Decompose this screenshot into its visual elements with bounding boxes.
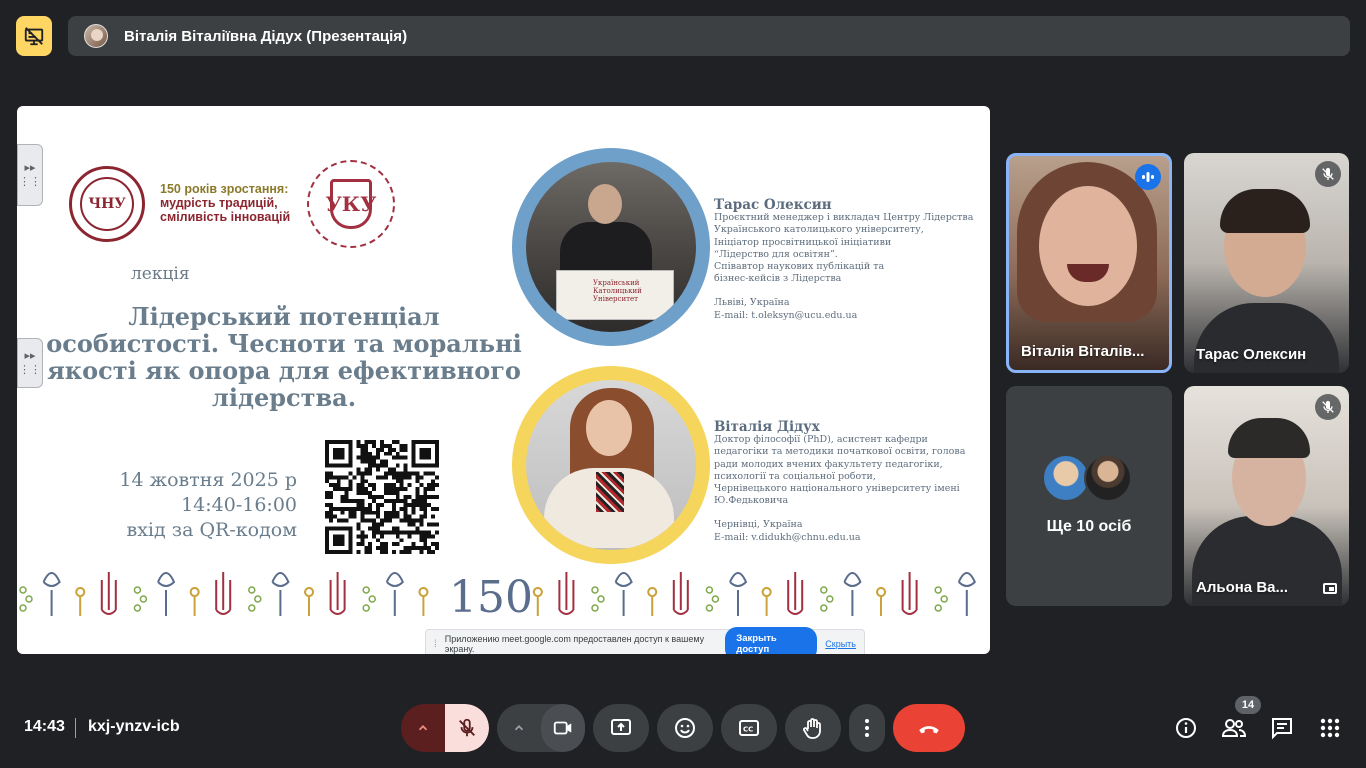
screen-share-notice: ⁞ Приложению meet.google.com предоставле… — [425, 627, 865, 654]
lecture-date: 14 жовтня 2025 р — [119, 469, 297, 491]
participant-name: Альона Ва... — [1196, 579, 1288, 596]
participant-tile[interactable]: Тарас Олексин — [1184, 153, 1349, 373]
ucu-logo: УКУ — [307, 160, 395, 248]
closed-caption-icon[interactable]: CC — [721, 704, 777, 752]
hide-notice-link[interactable]: Скрыть — [825, 639, 856, 649]
side-panel-handle-top[interactable]: ▸▸ ⋮⋮ — [17, 144, 43, 206]
meeting-code: kxj-ynzv-icb — [88, 718, 180, 735]
drag-handle-icon: ⋮⋮ — [19, 176, 41, 188]
chevron-up-icon[interactable] — [497, 704, 541, 752]
chat-icon[interactable] — [1268, 714, 1296, 742]
svg-text:CC: CC — [743, 726, 753, 734]
speaker2-photo — [512, 366, 710, 564]
participant-name: Тарас Олексин — [1196, 346, 1307, 363]
more-participants-tile[interactable]: Ще 10 осіб — [1006, 386, 1172, 606]
speaker1-name: Тарас Олексин — [714, 197, 832, 213]
drag-handle-icon: ⋮⋮ — [19, 364, 41, 376]
folk-ornament: 150 — [19, 572, 976, 623]
divider — [75, 718, 76, 738]
speaker2-name: Віталія Дідух — [714, 419, 820, 435]
svg-text:150: 150 — [449, 572, 533, 623]
more-vert-icon[interactable] — [849, 704, 885, 752]
expand-icon: ▸▸ — [24, 350, 36, 362]
presentation-off-icon[interactable] — [16, 16, 52, 56]
mic-off-icon[interactable] — [445, 704, 489, 752]
info-icon[interactable] — [1172, 714, 1200, 742]
presenter-avatar — [84, 24, 108, 48]
lecture-title: Лідерський потенціал особистості. Чеснот… — [46, 302, 522, 412]
drag-handle-icon[interactable]: ⁞ — [434, 639, 437, 650]
qr-code — [325, 440, 439, 554]
stop-sharing-button[interactable]: Закрыть доступ — [725, 627, 818, 654]
lecture-entry: вхід за QR-кодом — [126, 519, 298, 541]
presentation-title: Віталія Віталіївна Дідух (Презентація) — [124, 27, 408, 45]
speaker1-bio: Тарас Олексин Проєктний менеджер і викла… — [714, 197, 974, 321]
participant-count-badge: 14 — [1235, 696, 1261, 714]
microphone-control[interactable] — [401, 704, 489, 752]
call-end-icon[interactable] — [893, 704, 965, 752]
videocam-icon[interactable] — [541, 704, 585, 752]
emoji-icon[interactable] — [657, 704, 713, 752]
speaking-indicator-icon — [1135, 164, 1161, 190]
presentation-bar[interactable]: Віталія Віталіївна Дідух (Презентація) — [68, 16, 1350, 56]
chevron-up-icon[interactable] — [401, 704, 445, 752]
participant-tile[interactable]: Віталія Віталів... — [1006, 153, 1172, 373]
avatar — [1084, 454, 1132, 502]
meeting-clock: 14:43 — [24, 718, 65, 735]
mic-off-icon — [1315, 394, 1341, 420]
lecture-datetime: 14 жовтня 2025 р 14:40-16:00 вхід за QR-… — [97, 468, 297, 543]
speaker1-photo: Український Католицький Університет — [512, 148, 710, 346]
lecture-time: 14:40-16:00 — [181, 494, 297, 516]
avatar — [1042, 454, 1090, 502]
picture-in-picture-icon[interactable] — [1323, 583, 1337, 594]
more-participants-label: Ще 10 осіб — [1046, 518, 1132, 535]
people-icon[interactable] — [1220, 714, 1248, 742]
lectern-sign: Український Католицький Університет — [556, 270, 674, 320]
participant-tile[interactable]: Альона Ва... — [1184, 386, 1349, 606]
chnu-logo: ЧНУ — [69, 166, 145, 242]
mic-off-icon — [1315, 161, 1341, 187]
speaker2-bio: Віталія Дідух Доктор філософії (PhD), ас… — [714, 419, 966, 543]
apps-icon[interactable] — [1316, 714, 1344, 742]
shared-screen: ▸▸ ⋮⋮ ▸▸ ⋮⋮ ЧНУ 150 років зростання: муд… — [17, 106, 990, 654]
present-to-all-icon[interactable] — [593, 704, 649, 752]
share-notice-text: Приложению meet.google.com предоставлен … — [444, 634, 705, 654]
expand-icon: ▸▸ — [24, 162, 36, 174]
lecture-label: лекція — [131, 264, 190, 284]
camera-control[interactable] — [497, 704, 585, 752]
raise-hand-icon[interactable] — [785, 704, 841, 752]
participant-avatars — [1042, 454, 1132, 502]
slide-motto: 150 років зростання: мудрість традицій, … — [160, 182, 291, 224]
participant-name: Віталія Віталів... — [1021, 343, 1145, 360]
